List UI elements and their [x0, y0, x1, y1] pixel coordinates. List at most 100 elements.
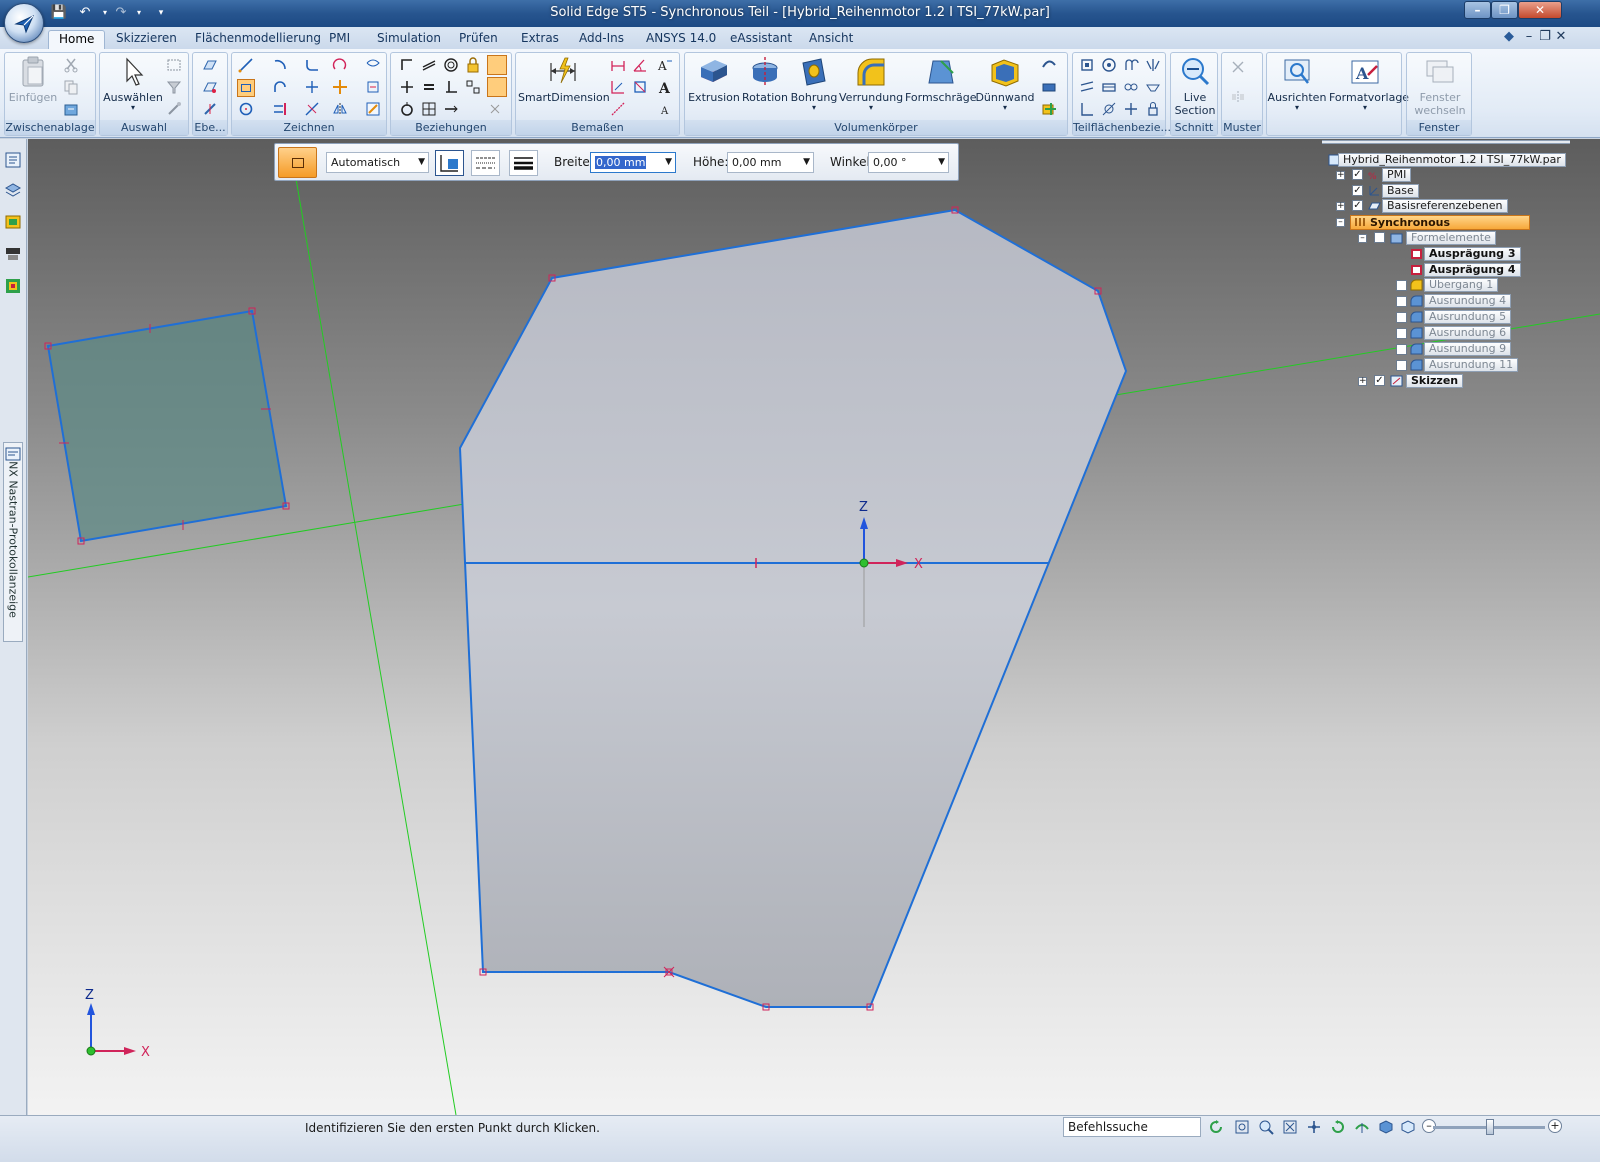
pattern-icon[interactable]: [1230, 59, 1246, 75]
tab-simulation[interactable]: Simulation: [367, 30, 451, 49]
arc-icon[interactable]: [272, 57, 288, 73]
spin-about-icon[interactable]: [1354, 1119, 1370, 1135]
formelemente-checkbox[interactable]: [1374, 232, 1385, 243]
tab-pruefen[interactable]: Prüfen: [449, 30, 508, 49]
formatvorlage-button[interactable]: A Formatvorlage ▾: [1329, 55, 1409, 112]
lock-relation-icon[interactable]: [465, 57, 481, 73]
add-body-icon[interactable]: [1041, 57, 1057, 73]
bohrung-button[interactable]: Bohrung ▾: [789, 55, 839, 112]
rectangle-by-center-button[interactable]: [278, 147, 317, 178]
symmetric-relation-icon[interactable]: [465, 79, 481, 95]
concentric-relation-icon[interactable]: [443, 57, 459, 73]
trim-icon[interactable]: [304, 79, 320, 95]
view-styles-icon[interactable]: [1400, 1119, 1416, 1135]
nastran-log-tab[interactable]: NX Nastran-Protokollanzeige: [3, 442, 23, 642]
auswaehlen-button[interactable]: Auswählen ▾: [102, 55, 164, 112]
feature-library-icon[interactable]: [4, 213, 22, 231]
coplanar-icon[interactable]: [1079, 57, 1095, 73]
pan-icon[interactable]: [1306, 1119, 1322, 1135]
filter-icon[interactable]: [166, 79, 182, 95]
doc-close-icon[interactable]: ✕: [1552, 28, 1570, 46]
connect-relation-icon[interactable]: [399, 57, 415, 73]
application-button[interactable]: [4, 3, 44, 43]
tree-item-ausrundung-5[interactable]: Ausrundung 5: [1424, 310, 1512, 324]
pathfinder-icon[interactable]: [4, 151, 22, 169]
line-width-button[interactable]: [509, 150, 538, 176]
tab-skizzieren[interactable]: Skizzieren: [106, 30, 187, 49]
mirror-icon[interactable]: [332, 101, 348, 117]
extrusion-button[interactable]: Extrusion: [687, 55, 741, 104]
rotate-view-icon[interactable]: [1330, 1119, 1346, 1135]
extend-icon[interactable]: [272, 101, 288, 117]
text-style-icon[interactable]: A: [657, 57, 673, 73]
plane-icon[interactable]: [202, 57, 218, 73]
uebergang-1-checkbox[interactable]: [1396, 280, 1407, 291]
maximize-button[interactable]: ❐: [1491, 1, 1518, 19]
fill-style-button[interactable]: [435, 150, 464, 176]
tree-formelemente[interactable]: Formelemente: [1406, 231, 1496, 245]
thicken-icon[interactable]: [1041, 79, 1057, 95]
ausrundung-4-checkbox[interactable]: [1396, 296, 1407, 307]
tree-item-auspraegung-3[interactable]: Ausprägung 3: [1424, 247, 1521, 261]
parallel-face-icon[interactable]: [1079, 79, 1095, 95]
einfuegen-button[interactable]: Einfügen: [8, 55, 58, 104]
tree-item-uebergang-1[interactable]: Übergang 1: [1424, 278, 1499, 292]
relation-assistant-icon[interactable]: [487, 101, 503, 117]
mirror-body-icon[interactable]: [1230, 89, 1246, 105]
tab-eassistant[interactable]: eAssistant: [720, 30, 802, 49]
concentric-face-icon[interactable]: [1101, 57, 1117, 73]
fenster-wechseln-button[interactable]: Fenster wechseln: [1409, 55, 1471, 117]
boolean-icon[interactable]: [1041, 101, 1057, 117]
maintain-relations-active[interactable]: [487, 55, 507, 75]
zoom-in-button[interactable]: +: [1548, 1119, 1562, 1133]
skizzen-checkbox[interactable]: ✓: [1374, 375, 1385, 386]
duennwand-button[interactable]: Dünnwand ▾: [975, 55, 1035, 112]
pmi-checkbox[interactable]: ✓: [1352, 169, 1363, 180]
collapse-formelemente[interactable]: –: [1358, 234, 1367, 243]
tangent-relation-icon[interactable]: [421, 57, 437, 73]
refresh-icon[interactable]: [1208, 1119, 1224, 1135]
horizontal-relation-icon[interactable]: [399, 79, 415, 95]
collinear-relation-icon[interactable]: [443, 101, 459, 117]
expand-basisreferenzebenen[interactable]: +: [1336, 202, 1345, 211]
zoom-slider-thumb[interactable]: [1486, 1119, 1494, 1135]
circle-icon[interactable]: [238, 101, 254, 117]
breite-input[interactable]: 0,00 mm ▼: [590, 152, 676, 173]
pattern-relation-icon[interactable]: [421, 101, 437, 117]
chamfer-dimension-icon[interactable]: [610, 101, 626, 117]
zoom-icon[interactable]: [1258, 1119, 1274, 1135]
rigid-set-icon[interactable]: [399, 101, 415, 117]
tree-pmi[interactable]: PMI: [1382, 168, 1412, 182]
ausrichten-button[interactable]: Ausrichten ▾: [1267, 55, 1327, 112]
base-checkbox[interactable]: ✓: [1352, 185, 1363, 196]
reference-plane-line-vertical[interactable]: [293, 166, 457, 1115]
aligned-holes-icon[interactable]: [1101, 101, 1117, 117]
ausrundung-11-checkbox[interactable]: [1396, 360, 1407, 371]
minimize-button[interactable]: –: [1464, 1, 1491, 19]
tangent-arc-icon[interactable]: [272, 79, 288, 95]
coordinate-dimension-icon[interactable]: [610, 79, 626, 95]
mode-dropdown[interactable]: Automatisch ▼: [326, 152, 429, 173]
expand-skizzen[interactable]: +: [1358, 377, 1367, 386]
origin-point[interactable]: [859, 558, 869, 568]
annotation-text-icon[interactable]: A: [657, 79, 673, 95]
tree-root[interactable]: Hybrid_Reihenmotor 1.2 I TSI_77kW.par: [1338, 153, 1566, 167]
tree-item-ausrundung-11[interactable]: Ausrundung 11: [1424, 358, 1519, 372]
tangent-face-icon[interactable]: [1123, 57, 1139, 73]
equal-relation-icon[interactable]: [421, 79, 437, 95]
angle-between-icon[interactable]: [632, 57, 648, 73]
move-icon[interactable]: [332, 79, 348, 95]
cut-icon[interactable]: [63, 57, 79, 73]
select-tools-icon[interactable]: [166, 101, 182, 117]
layers-icon[interactable]: [4, 181, 22, 199]
hoehe-input[interactable]: 0,00 mm ▼: [727, 152, 814, 173]
tab-ansys[interactable]: ANSYS 14.0: [636, 30, 726, 49]
select-box-icon[interactable]: [166, 57, 182, 73]
line-type-button[interactable]: [471, 150, 500, 176]
copy-icon[interactable]: [63, 79, 79, 95]
named-views-icon[interactable]: [1378, 1119, 1394, 1135]
horizontal-face-icon[interactable]: [1145, 79, 1161, 95]
sketch-tools-icon[interactable]: [365, 101, 381, 117]
sensors-icon[interactable]: [4, 277, 22, 295]
tab-extras[interactable]: Extras: [511, 30, 569, 49]
